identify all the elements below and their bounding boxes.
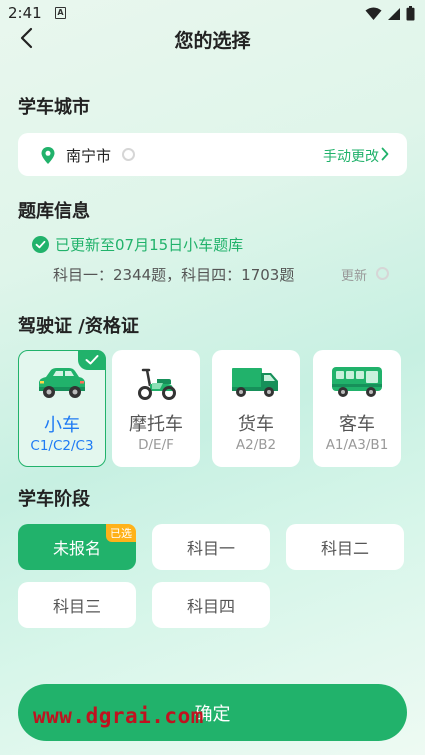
stage-button-subject-2[interactable]: 科目二 xyxy=(286,524,404,570)
battery-icon xyxy=(406,6,415,21)
license-card-car[interactable]: 小车 C1/C2/C3 xyxy=(18,350,106,467)
license-code: A2/B2 xyxy=(235,437,277,453)
change-city-button[interactable]: 手动更改 xyxy=(323,146,379,166)
check-circle-icon xyxy=(32,235,49,253)
page-title: 您的选择 xyxy=(174,30,251,52)
stage-section-title: 学车阶段 xyxy=(18,489,90,510)
stage-button-subject-4[interactable]: 科目四 xyxy=(152,582,270,628)
stage-button-subject-3[interactable]: 科目三 xyxy=(18,582,136,628)
truck-icon xyxy=(212,362,300,402)
refresh-spinner-icon xyxy=(376,267,389,280)
nav-bar: 您的选择 xyxy=(0,22,425,56)
license-code: A1/A3/B1 xyxy=(325,437,389,453)
license-code: C1/C2/C3 xyxy=(30,438,94,454)
bank-updated-row: 已更新至07月15日小车题库 xyxy=(32,234,243,254)
license-card-bus[interactable]: 客车 A1/A3/B1 xyxy=(313,350,401,467)
license-section-title: 驾驶证 /资格证 xyxy=(18,316,139,337)
car-icon xyxy=(19,363,105,403)
license-name: 客车 xyxy=(339,414,375,435)
status-icons xyxy=(365,6,415,21)
license-card-truck[interactable]: 货车 A2/B2 xyxy=(212,350,300,467)
watermark: www.dgrai.com xyxy=(33,704,204,728)
stage-label: 科目二 xyxy=(320,539,369,558)
location-pin-icon xyxy=(41,147,55,164)
license-code: D/E/F xyxy=(138,437,174,453)
motorcycle-icon xyxy=(112,362,200,402)
stage-button-not-registered[interactable]: 未报名 已选 xyxy=(18,524,136,570)
question-counts: 科目一：2344题，科目四：1703题 xyxy=(53,266,295,284)
stage-label: 科目四 xyxy=(186,597,235,616)
chevron-right-icon xyxy=(381,147,389,161)
wifi-icon xyxy=(365,7,382,20)
stage-label: 科目三 xyxy=(52,597,101,616)
notification-icon: A xyxy=(55,7,66,19)
license-name: 货车 xyxy=(238,414,274,435)
license-name: 摩托车 xyxy=(129,414,183,435)
bank-section-title: 题库信息 xyxy=(18,201,90,222)
selected-badge: 已选 xyxy=(106,524,136,542)
refresh-button[interactable]: 更新 xyxy=(341,265,367,284)
city-card[interactable]: 南宁市 手动更改 xyxy=(18,133,407,176)
signal-icon xyxy=(388,7,400,20)
status-time: 2:41 xyxy=(8,4,42,22)
stage-label: 科目一 xyxy=(186,539,235,558)
stage-button-subject-1[interactable]: 科目一 xyxy=(152,524,270,570)
license-card-motorcycle[interactable]: 摩托车 D/E/F xyxy=(112,350,200,467)
stage-label: 未报名 xyxy=(52,539,101,558)
city-section-title: 学车城市 xyxy=(18,97,90,118)
city-name: 南宁市 xyxy=(66,147,112,165)
loading-spinner-icon xyxy=(122,148,135,161)
license-name: 小车 xyxy=(44,415,80,436)
bus-icon xyxy=(313,362,401,402)
bank-updated-text: 已更新至07月15日小车题库 xyxy=(55,235,244,254)
